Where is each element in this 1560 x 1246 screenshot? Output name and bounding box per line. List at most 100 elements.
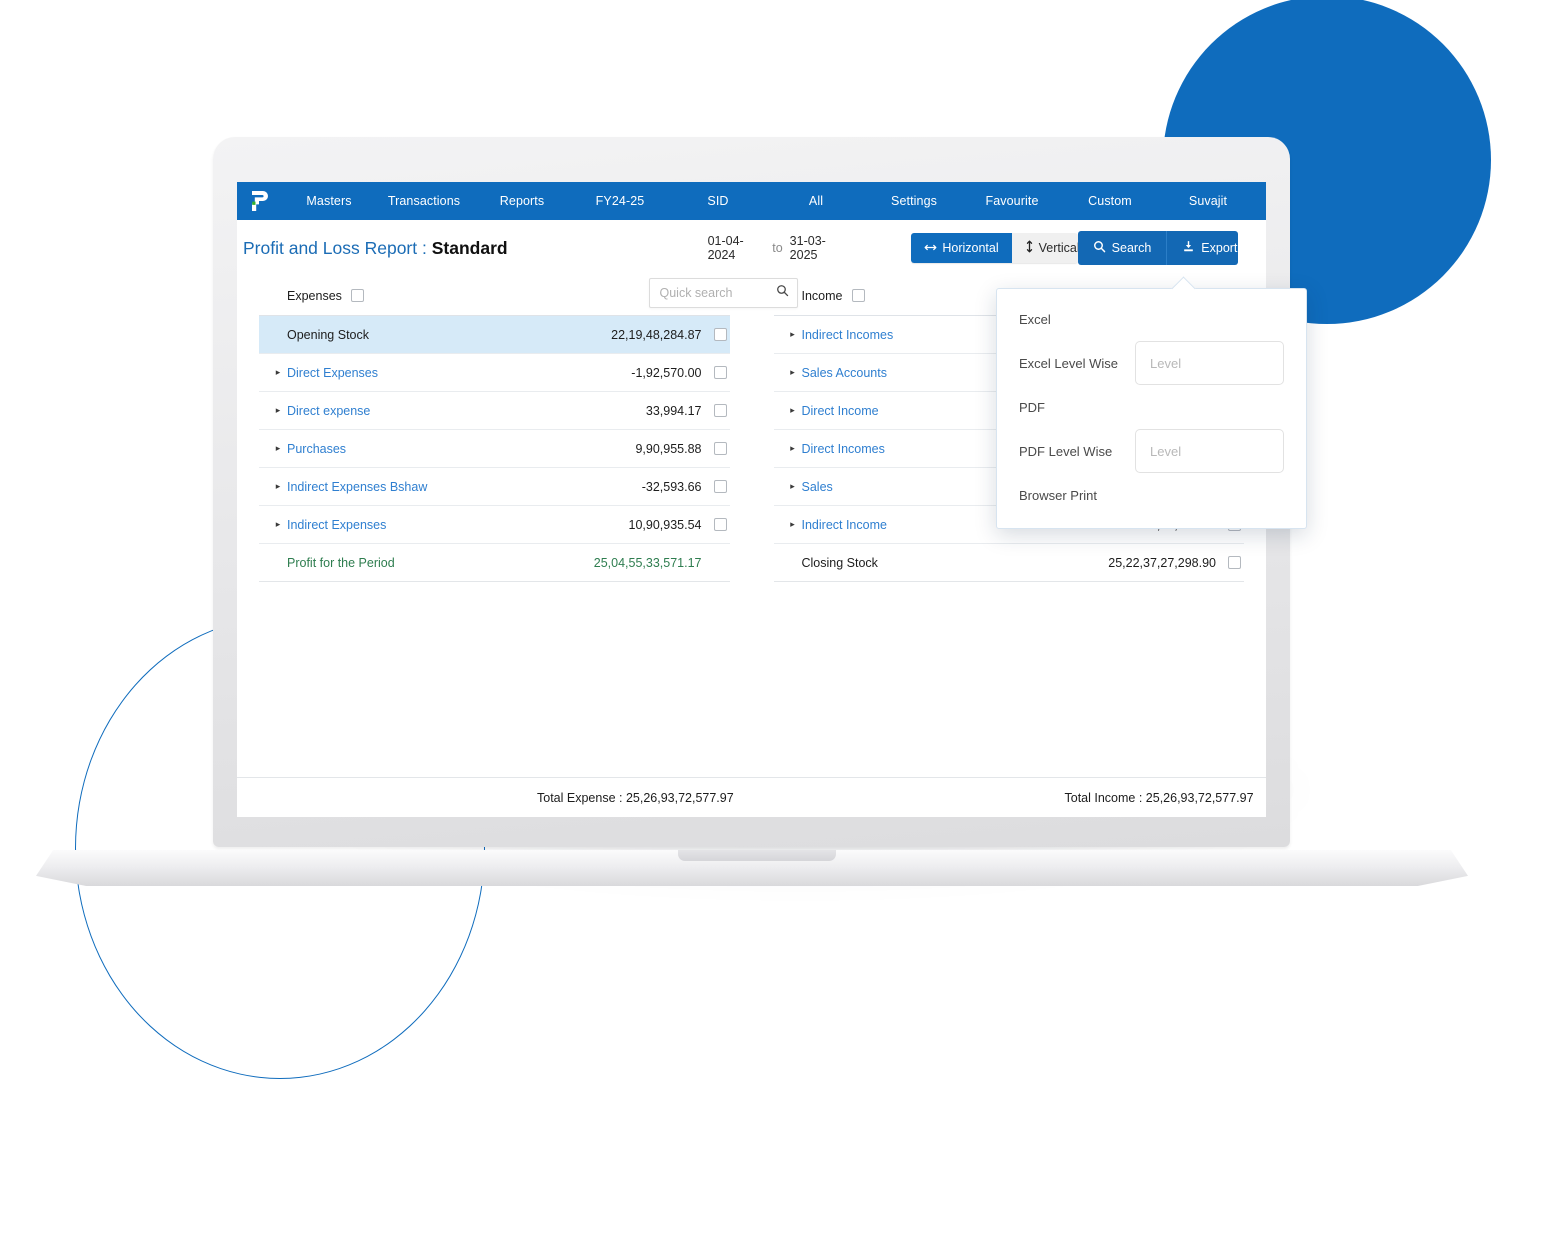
date-from[interactable]: 01-04-2024 [708,234,766,262]
nav-item-sid[interactable]: SID [669,194,767,208]
export-option-label[interactable]: Excel [1019,312,1147,327]
export-option-pdf[interactable]: PDF [1019,393,1284,421]
table-row[interactable]: ▸ Direct expense 33,994.17 [259,392,730,430]
expenses-column: Expenses ▸ Open [237,276,798,582]
toolbar-actions: Search Export [1077,231,1238,265]
laptop-mockup: Masters Transactions Reports FY24-25 SID… [0,0,1560,1246]
nav-item-reports[interactable]: Reports [473,194,571,208]
horizontal-icon [924,241,937,255]
row-amount: -32,593.66 [641,479,702,494]
nav-item-all[interactable]: All [767,194,865,208]
row-label[interactable]: Indirect Expenses [287,518,629,532]
row-amount: 22,19,48,284.87 [611,327,702,342]
horizontal-toggle-label: Horizontal [942,241,999,255]
orientation-toggle: Horizontal Vertical [911,233,1078,263]
expand-caret-icon[interactable]: ▸ [784,367,802,378]
table-row[interactable]: ▸ Opening Stock 22,19,48,284.87 [259,316,730,354]
table-row[interactable]: ▸ Indirect Expenses Bshaw -32,593.66 [259,468,730,506]
expenses-select-all-checkbox[interactable] [350,289,364,302]
page-title: Profit and Loss Report : Standard [243,238,508,259]
profit-amount: 25,04,55,33,571.17 [593,555,702,570]
export-option-excel-level-wise[interactable]: Excel Level Wise [1019,339,1284,387]
search-button[interactable]: Search [1077,231,1167,265]
search-icon [1093,240,1106,256]
nav-item-masters[interactable]: Masters [283,194,375,208]
pdf-level-input[interactable] [1135,429,1284,473]
total-expense: Total Expense : 25,26,93,72,577.97 [537,790,734,805]
row-checkbox[interactable] [713,328,727,341]
table-row[interactable]: ▸ Purchases 9,90,955.88 [259,430,730,468]
nav-item-custom[interactable]: Custom [1061,194,1159,208]
row-checkbox[interactable] [713,404,727,417]
income-header-label: Income [801,288,843,303]
expand-caret-icon[interactable]: ▸ [784,519,802,530]
expand-caret-icon[interactable]: ▸ [269,405,287,416]
horizontal-toggle-button[interactable]: Horizontal [911,233,1012,263]
closing-stock-amount: 25,22,37,27,298.90 [1108,555,1216,570]
row-checkbox[interactable] [713,366,727,379]
expand-caret-icon[interactable]: ▸ [269,443,287,454]
row-label: Opening Stock [287,327,369,342]
export-button-label: Export [1201,241,1238,255]
row-amount: 33,994.17 [645,403,702,418]
vertical-toggle-button[interactable]: Vertical [1011,233,1078,263]
app-logo-icon[interactable] [237,182,283,220]
expand-caret-icon[interactable]: ▸ [269,519,287,530]
page-title-prefix: Profit and Loss Report : [243,237,432,258]
page-title-value: Standard [431,237,508,258]
power-icon[interactable] [1257,182,1266,220]
nav-item-user[interactable]: Suvajit [1159,194,1257,208]
export-download-icon [1182,240,1195,256]
total-income: Total Income : 25,26,93,72,577.97 [1064,790,1254,805]
row-label[interactable]: Indirect Expenses Bshaw [287,480,642,494]
vertical-toggle-label: Vertical [1038,241,1078,255]
nav-item-fy[interactable]: FY24-25 [571,194,669,208]
export-option-excel[interactable]: Excel [1019,305,1284,333]
export-dropdown-panel: Excel Excel Level Wise PDF PDF Level Wis… [996,288,1307,529]
closing-stock-row[interactable]: ▸ Closing Stock 25,22,37,27,298.90 [773,544,1244,582]
export-option-label[interactable]: PDF [1019,400,1147,415]
row-checkbox[interactable] [713,518,727,531]
export-option-label[interactable]: Browser Print [1019,488,1147,503]
row-label[interactable]: Direct expense [287,404,646,418]
search-button-label: Search [1111,241,1152,255]
table-row[interactable]: ▸ Direct Expenses -1,92,570.00 [259,354,730,392]
export-option-browser-print[interactable]: Browser Print [1019,481,1284,509]
nav-item-transactions[interactable]: Transactions [375,194,473,208]
expand-caret-icon[interactable]: ▸ [784,443,802,454]
closing-stock-label: Closing Stock [801,555,878,570]
table-row[interactable]: ▸ Indirect Expenses 10,90,935.54 [259,506,730,544]
nav-item-settings[interactable]: Settings [865,194,963,208]
profit-label: Profit for the Period [287,555,395,570]
profit-summary-row: ▸ Profit for the Period 25,04,55,33,571.… [259,544,730,582]
nav-item-favourite[interactable]: Favourite [963,194,1061,208]
row-label[interactable]: Purchases [287,442,635,456]
quick-search-input[interactable] [657,285,776,301]
export-button[interactable]: Export [1166,231,1238,265]
row-checkbox[interactable] [1228,556,1241,569]
expand-caret-icon[interactable]: ▸ [784,329,802,340]
row-amount: -1,92,570.00 [631,365,702,380]
export-option-label[interactable]: PDF Level Wise [1019,444,1135,459]
expand-caret-icon: ▸ [784,557,802,568]
expand-caret-icon[interactable]: ▸ [784,405,802,416]
income-select-all-checkbox[interactable] [851,289,865,302]
expand-caret-icon[interactable]: ▸ [269,481,287,492]
page-root: Masters Transactions Reports FY24-25 SID… [0,0,1560,1246]
expand-caret-icon[interactable]: ▸ [269,367,287,378]
row-checkbox[interactable] [713,480,727,493]
expenses-header-row: Expenses [259,276,798,316]
row-checkbox[interactable] [713,442,727,455]
report-toolbar: Profit and Loss Report : Standard 01-04-… [237,220,1266,276]
export-option-label[interactable]: Excel Level Wise [1019,356,1135,371]
row-label[interactable]: Direct Expenses [287,366,631,380]
vertical-icon [1025,240,1034,256]
excel-level-input[interactable] [1135,341,1284,385]
expand-caret-icon[interactable]: ▸ [784,481,802,492]
date-to[interactable]: 31-03-2025 [790,234,848,262]
date-to-label: to [772,241,783,255]
top-navbar: Masters Transactions Reports FY24-25 SID… [237,182,1266,220]
export-option-pdf-level-wise[interactable]: PDF Level Wise [1019,427,1284,475]
laptop-base-notch [678,850,836,861]
expand-caret-icon: ▸ [269,557,287,568]
